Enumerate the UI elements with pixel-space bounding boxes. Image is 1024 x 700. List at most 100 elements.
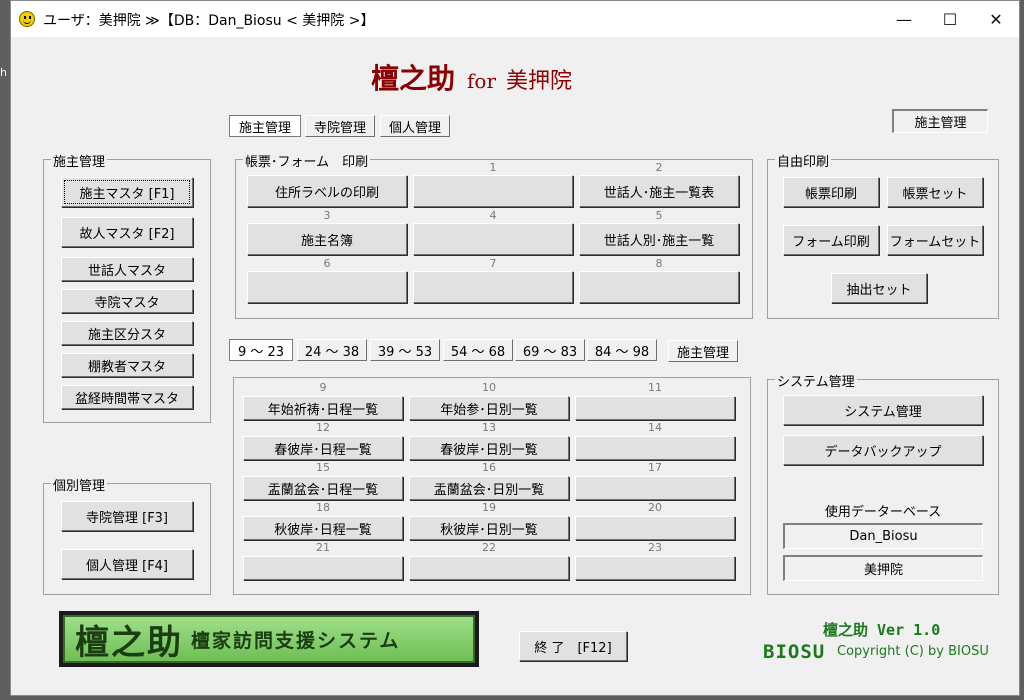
donor-management-group-label: 施主管理 (51, 151, 108, 170)
free-print-group-label: 自由印刷 (775, 151, 832, 170)
app-heading-temple: 美押院 (506, 69, 573, 94)
database-name-display: Dan_Biosu (783, 523, 983, 549)
event-slot-number: 11 (648, 381, 662, 394)
form-slot-8-button[interactable] (579, 271, 739, 303)
event-slot-number: 10 (482, 381, 496, 394)
obon-schedule-button[interactable]: 盂蘭盆会･日程一覧 (243, 476, 403, 500)
event-slot-number: 12 (316, 421, 330, 434)
autumn-higan-schedule-button[interactable]: 秋彼岸･日程一覧 (243, 516, 403, 540)
event-slot-14-button[interactable] (575, 436, 735, 460)
form-slot-number: 5 (655, 209, 663, 222)
temple-master-button[interactable]: 寺院マスタ (61, 289, 193, 313)
spring-higan-daily-button[interactable]: 春彼岸･日別一覧 (409, 436, 569, 460)
background-edge-text: h (0, 66, 7, 79)
event-slot-number: 20 (648, 501, 662, 514)
autumn-higan-daily-button[interactable]: 秋彼岸･日別一覧 (409, 516, 569, 540)
caretaker-donor-list-button[interactable]: 世話人･施主一覧表 (579, 175, 739, 207)
tab-temple-management[interactable]: 寺院管理 (305, 115, 375, 137)
form-slot-1-button[interactable] (413, 175, 573, 207)
tab-range-69-83[interactable]: 69 ～ 83 (515, 339, 585, 361)
temple-management-button[interactable]: 寺院管理 [F3] (61, 501, 193, 531)
form-slot-number: 6 (323, 257, 331, 270)
event-slot-number: 18 (316, 501, 330, 514)
extract-set-button[interactable]: 抽出セット (831, 273, 927, 303)
title-bar[interactable]: ユーザ：美押院 ≫【DB：Dan_Biosu < 美押院 >】 — ☐ ✕ (11, 1, 1019, 37)
event-slot-number: 15 (316, 461, 330, 474)
form-slot-number: 4 (489, 209, 497, 222)
form-set-button[interactable]: 帳票セット (887, 177, 983, 207)
tab-range-39-53[interactable]: 39 ～ 53 (370, 339, 440, 361)
brand-logo: BIOSU (763, 641, 826, 663)
form-slot-number: 2 (655, 161, 663, 174)
app-heading: 檀之助 for 美押院 (371, 57, 572, 97)
event-slot-22-button[interactable] (409, 556, 569, 580)
new-year-prayer-schedule-button[interactable]: 年始祈祷･日程一覧 (243, 396, 403, 420)
app-window: ユーザ：美押院 ≫【DB：Dan_Biosu < 美押院 >】 — ☐ ✕ 檀之… (10, 0, 1020, 696)
donor-master-button[interactable]: 施主マスタ [F1] (61, 177, 193, 207)
form-slot-number: 3 (323, 209, 331, 222)
minimize-button[interactable]: — (881, 1, 927, 37)
event-slot-21-button[interactable] (243, 556, 403, 580)
smiley-app-icon (19, 11, 35, 27)
range-mode-label: 施主管理 (668, 340, 738, 362)
maximize-button[interactable]: ☐ (927, 1, 973, 37)
personal-management-button[interactable]: 個人管理 [F4] (61, 549, 193, 579)
event-slot-number: 16 (482, 461, 496, 474)
new-year-visit-daily-button[interactable]: 年始参･日別一覧 (409, 396, 569, 420)
logo-subtitle: 檀家訪問支援システム (191, 629, 401, 652)
app-heading-name: 檀之助 (371, 62, 456, 95)
tab-personal-management[interactable]: 個人管理 (380, 115, 450, 137)
form-slot-number: 1 (489, 161, 497, 174)
donors-by-caretaker-button[interactable]: 世話人別･施主一覧 (579, 223, 739, 255)
bon-time-slot-master-button[interactable]: 盆経時間帯マスタ (61, 385, 193, 409)
app-heading-for: for (467, 69, 497, 93)
donor-roster-button[interactable]: 施主名簿 (247, 223, 407, 255)
copyright-text: Copyright (C) by BIOSU (837, 644, 989, 659)
exit-button[interactable]: 終 了 [F12] (519, 631, 627, 661)
form-slot-4-button[interactable] (413, 223, 573, 255)
event-slot-number: 14 (648, 421, 662, 434)
window-title: ユーザ：美押院 ≫【DB：Dan_Biosu < 美押院 >】 (43, 13, 375, 29)
deceased-master-button[interactable]: 故人マスタ [F2] (61, 217, 193, 247)
database-label: 使用データーベース (824, 505, 942, 520)
event-slot-number: 9 (319, 381, 327, 394)
address-label-print-button[interactable]: 住所ラベルの印刷 (247, 175, 407, 207)
system-management-button[interactable]: システム管理 (783, 395, 983, 425)
event-slot-20-button[interactable] (575, 516, 735, 540)
obon-daily-button[interactable]: 盂蘭盆会･日別一覧 (409, 476, 569, 500)
event-slot-number: 13 (482, 421, 496, 434)
donor-category-master-button[interactable]: 施主区分スタ (61, 321, 193, 345)
event-slot-number: 17 (648, 461, 662, 474)
form-print-button[interactable]: 帳票印刷 (783, 177, 879, 207)
event-slot-number: 23 (648, 541, 662, 554)
individual-management-group-label: 個別管理 (51, 475, 108, 494)
event-slot-number: 22 (482, 541, 496, 554)
spring-higan-schedule-button[interactable]: 春彼岸･日程一覧 (243, 436, 403, 460)
tab-range-24-38[interactable]: 24 ～ 38 (297, 339, 367, 361)
version-label: 檀之助 Ver 1.0 (823, 621, 941, 639)
template-set-button[interactable]: フォームセット (887, 225, 983, 255)
forms-print-group-label: 帳票･フォーム 印刷 (243, 151, 371, 170)
event-slot-number: 19 (482, 501, 496, 514)
system-management-group-label: システム管理 (775, 371, 857, 390)
product-logo-banner: 檀之助 檀家訪問支援システム (63, 615, 475, 663)
product-logo: 檀之助 檀家訪問支援システム (59, 611, 479, 667)
event-slot-number: 21 (316, 541, 330, 554)
form-slot-6-button[interactable] (247, 271, 407, 303)
data-backup-button[interactable]: データバックアップ (783, 435, 983, 465)
form-slot-number: 7 (489, 257, 497, 270)
tab-range-9-23[interactable]: 9 ～ 23 (229, 339, 293, 361)
tab-donor-management[interactable]: 施主管理 (229, 115, 301, 137)
event-slot-23-button[interactable] (575, 556, 735, 580)
close-button[interactable]: ✕ (973, 1, 1019, 37)
template-print-button[interactable]: フォーム印刷 (783, 225, 879, 255)
tab-range-54-68[interactable]: 54 ～ 68 (443, 339, 513, 361)
caretaker-master-button[interactable]: 世話人マスタ (61, 257, 193, 281)
current-mode-label: 施主管理 (892, 109, 988, 133)
event-slot-17-button[interactable] (575, 476, 735, 500)
shelf-teacher-master-button[interactable]: 棚教者マスタ (61, 353, 193, 377)
database-temple-display: 美押院 (783, 555, 983, 581)
tab-range-84-98[interactable]: 84 ～ 98 (587, 339, 657, 361)
event-slot-11-button[interactable] (575, 396, 735, 420)
form-slot-7-button[interactable] (413, 271, 573, 303)
